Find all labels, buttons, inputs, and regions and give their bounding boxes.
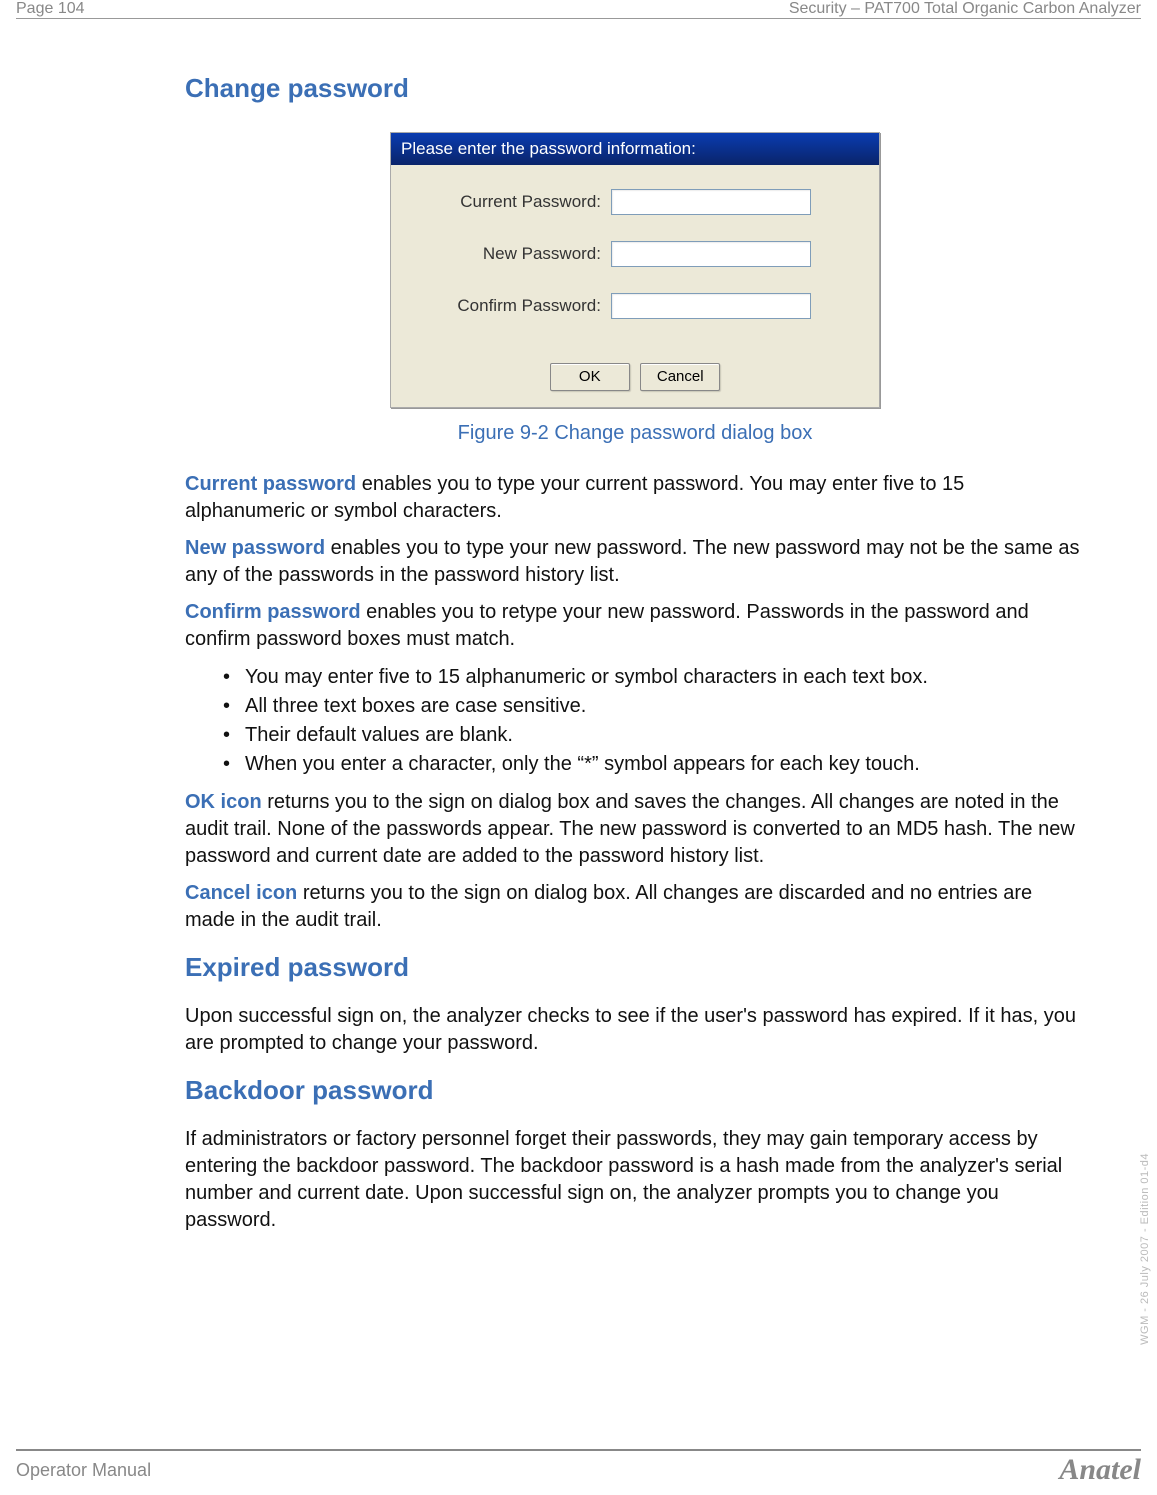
input-current-password[interactable] <box>611 189 811 215</box>
header-page-number: Page 104 <box>16 0 85 18</box>
header-document-title: Security – PAT700 Total Organic Carbon A… <box>789 0 1141 18</box>
side-revision-text: WGM - 26 July 2007 - Edition 01-d4 <box>1139 1153 1151 1345</box>
lead-confirm-password: Confirm password <box>185 601 361 623</box>
dialog-figure: Please enter the password information: C… <box>185 132 1085 408</box>
para-cancel-icon: Cancel icon returns you to the sign on d… <box>185 880 1085 934</box>
para-confirm-password: Confirm password enables you to retype y… <box>185 599 1085 653</box>
page: Page 104 Security – PAT700 Total Organic… <box>0 0 1157 1495</box>
heading-expired-password: Expired password <box>185 952 1085 983</box>
footer-left: Operator Manual <box>16 1460 151 1481</box>
dialog-body: Current Password: New Password: Confirm … <box>391 165 879 353</box>
para-backdoor-password: If administrators or factory personnel f… <box>185 1126 1085 1234</box>
cancel-button[interactable]: Cancel <box>640 363 720 391</box>
bullet-list: You may enter five to 15 alphanumeric or… <box>185 663 1085 779</box>
para-new-password: New password enables you to type your ne… <box>185 535 1085 589</box>
list-item: When you enter a character, only the “*”… <box>185 750 1085 779</box>
lead-new-password: New password <box>185 537 325 559</box>
dialog-button-row: OK Cancel <box>391 353 879 407</box>
para-expired-password: Upon successful sign on, the analyzer ch… <box>185 1003 1085 1057</box>
footer-rule <box>16 1449 1141 1451</box>
heading-backdoor-password: Backdoor password <box>185 1075 1085 1106</box>
row-new-password: New Password: <box>411 241 859 267</box>
para-current-password: Current password enables you to type you… <box>185 471 1085 525</box>
input-confirm-password[interactable] <box>611 293 811 319</box>
lead-current-password: Current password <box>185 473 356 495</box>
para-ok-icon: OK icon returns you to the sign on dialo… <box>185 789 1085 870</box>
label-confirm-password: Confirm Password: <box>411 296 611 316</box>
lead-ok-icon: OK icon <box>185 791 262 813</box>
heading-change-password: Change password <box>185 73 1085 104</box>
list-item: All three text boxes are case sensitive. <box>185 692 1085 721</box>
dialog-titlebar: Please enter the password information: <box>391 133 879 165</box>
label-current-password: Current Password: <box>411 192 611 212</box>
input-new-password[interactable] <box>611 241 811 267</box>
row-current-password: Current Password: <box>411 189 859 215</box>
change-password-dialog: Please enter the password information: C… <box>390 132 880 408</box>
header-rule <box>16 18 1141 19</box>
ok-button[interactable]: OK <box>550 363 630 391</box>
list-item: You may enter five to 15 alphanumeric or… <box>185 663 1085 692</box>
figure-caption: Figure 9-2 Change password dialog box <box>185 422 1085 445</box>
footer-brand: Anatel <box>1059 1453 1141 1487</box>
text-cancel-icon: returns you to the sign on dialog box. A… <box>185 882 1032 931</box>
list-item: Their default values are blank. <box>185 721 1085 750</box>
lead-cancel-icon: Cancel icon <box>185 882 297 904</box>
content-area: Change password Please enter the passwor… <box>185 55 1085 1244</box>
text-ok-icon: returns you to the sign on dialog box an… <box>185 791 1075 867</box>
row-confirm-password: Confirm Password: <box>411 293 859 319</box>
label-new-password: New Password: <box>411 244 611 264</box>
